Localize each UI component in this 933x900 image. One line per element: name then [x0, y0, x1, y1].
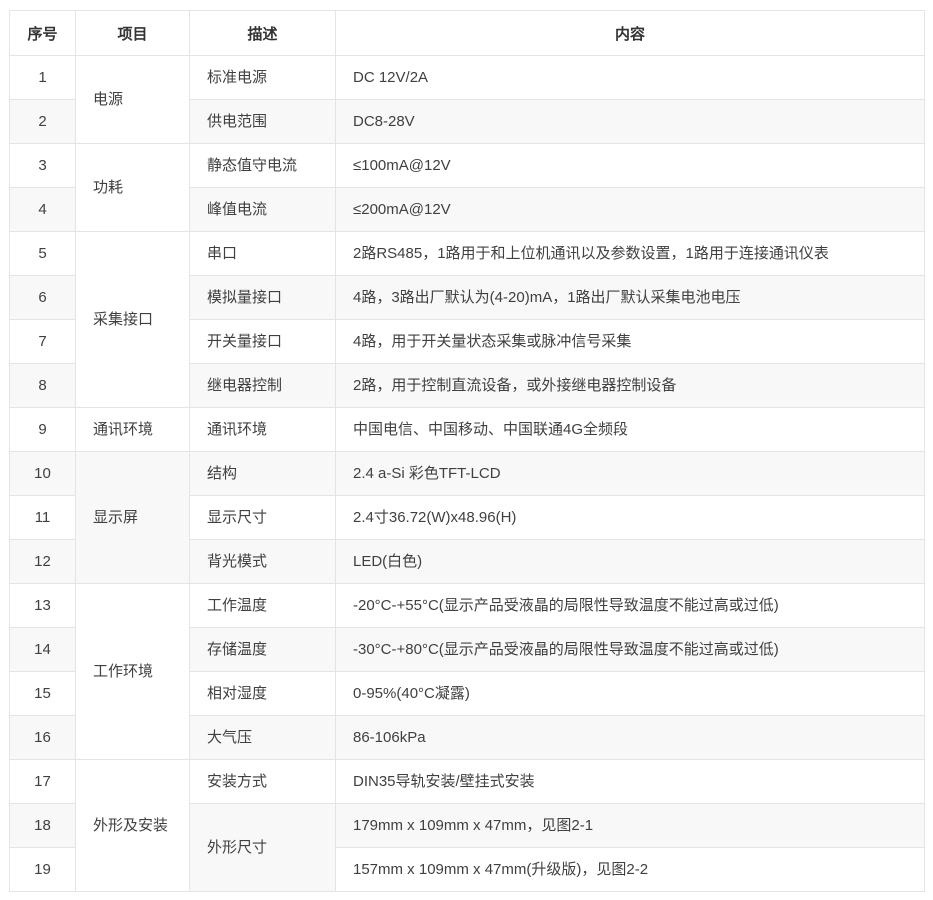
- cell-content: 中国电信、中国移动、中国联通4G全频段: [336, 408, 925, 452]
- cell-index: 13: [10, 584, 76, 628]
- cell-desc: 开关量接口: [190, 320, 336, 364]
- cell-index: 16: [10, 716, 76, 760]
- cell-content: 0-95%(40°C凝露): [336, 672, 925, 716]
- table-row: 13 工作环境 工作温度 -20°C-+55°C(显示产品受液晶的局限性导致温度…: [10, 584, 925, 628]
- cell-desc: 供电范围: [190, 100, 336, 144]
- cell-item: 显示屏: [76, 452, 190, 584]
- cell-item: 采集接口: [76, 232, 190, 408]
- cell-content: 2.4 a-Si 彩色TFT-LCD: [336, 452, 925, 496]
- table-row: 10 显示屏 结构 2.4 a-Si 彩色TFT-LCD: [10, 452, 925, 496]
- cell-desc: 峰值电流: [190, 188, 336, 232]
- cell-desc: 相对湿度: [190, 672, 336, 716]
- column-header-index: 序号: [10, 11, 76, 56]
- cell-desc: 外形尺寸: [190, 804, 336, 892]
- cell-item: 通讯环境: [76, 408, 190, 452]
- cell-content: -20°C-+55°C(显示产品受液晶的局限性导致温度不能过高或过低): [336, 584, 925, 628]
- cell-content: ≤200mA@12V: [336, 188, 925, 232]
- cell-content: DC 12V/2A: [336, 56, 925, 100]
- cell-index: 6: [10, 276, 76, 320]
- cell-index: 4: [10, 188, 76, 232]
- cell-content: 4路，用于开关量状态采集或脉冲信号采集: [336, 320, 925, 364]
- cell-desc: 背光模式: [190, 540, 336, 584]
- header-row: 序号 项目 描述 内容: [10, 11, 925, 56]
- cell-desc: 静态值守电流: [190, 144, 336, 188]
- spec-table: 序号 项目 描述 内容 1 电源 标准电源 DC 12V/2A 2 供电范围 D…: [9, 10, 925, 892]
- cell-item: 功耗: [76, 144, 190, 232]
- cell-index: 19: [10, 848, 76, 892]
- cell-index: 18: [10, 804, 76, 848]
- cell-index: 7: [10, 320, 76, 364]
- cell-desc: 结构: [190, 452, 336, 496]
- cell-content: ≤100mA@12V: [336, 144, 925, 188]
- cell-desc: 串口: [190, 232, 336, 276]
- cell-content: DC8-28V: [336, 100, 925, 144]
- table-row: 17 外形及安装 安装方式 DIN35导轨安装/壁挂式安装: [10, 760, 925, 804]
- cell-index: 12: [10, 540, 76, 584]
- cell-index: 11: [10, 496, 76, 540]
- table-row: 3 功耗 静态值守电流 ≤100mA@12V: [10, 144, 925, 188]
- cell-content: 2路RS485，1路用于和上位机通讯以及参数设置，1路用于连接通讯仪表: [336, 232, 925, 276]
- cell-desc: 通讯环境: [190, 408, 336, 452]
- cell-content: 86-106kPa: [336, 716, 925, 760]
- cell-content: 179mm x 109mm x 47mm，见图2-1: [336, 804, 925, 848]
- cell-desc: 显示尺寸: [190, 496, 336, 540]
- cell-index: 17: [10, 760, 76, 804]
- column-header-item: 项目: [76, 11, 190, 56]
- cell-content: LED(白色): [336, 540, 925, 584]
- cell-desc: 安装方式: [190, 760, 336, 804]
- spec-page: 序号 项目 描述 内容 1 电源 标准电源 DC 12V/2A 2 供电范围 D…: [0, 0, 933, 900]
- cell-content: -30°C-+80°C(显示产品受液晶的局限性导致温度不能过高或过低): [336, 628, 925, 672]
- cell-content: 157mm x 109mm x 47mm(升级版)，见图2-2: [336, 848, 925, 892]
- cell-content: DIN35导轨安装/壁挂式安装: [336, 760, 925, 804]
- cell-index: 9: [10, 408, 76, 452]
- cell-item: 外形及安装: [76, 760, 190, 892]
- cell-content: 2.4寸36.72(W)x48.96(H): [336, 496, 925, 540]
- column-header-desc: 描述: [190, 11, 336, 56]
- table-row: 9 通讯环境 通讯环境 中国电信、中国移动、中国联通4G全频段: [10, 408, 925, 452]
- cell-desc: 模拟量接口: [190, 276, 336, 320]
- cell-item: 电源: [76, 56, 190, 144]
- cell-content: 4路，3路出厂默认为(4-20)mA，1路出厂默认采集电池电压: [336, 276, 925, 320]
- cell-content: 2路，用于控制直流设备，或外接继电器控制设备: [336, 364, 925, 408]
- cell-index: 1: [10, 56, 76, 100]
- cell-desc: 工作温度: [190, 584, 336, 628]
- cell-desc: 大气压: [190, 716, 336, 760]
- cell-index: 2: [10, 100, 76, 144]
- cell-item: 工作环境: [76, 584, 190, 760]
- cell-index: 10: [10, 452, 76, 496]
- cell-desc: 继电器控制: [190, 364, 336, 408]
- cell-index: 8: [10, 364, 76, 408]
- cell-index: 15: [10, 672, 76, 716]
- cell-index: 5: [10, 232, 76, 276]
- cell-index: 3: [10, 144, 76, 188]
- column-header-content: 内容: [336, 11, 925, 56]
- cell-desc: 标准电源: [190, 56, 336, 100]
- table-row: 5 采集接口 串口 2路RS485，1路用于和上位机通讯以及参数设置，1路用于连…: [10, 232, 925, 276]
- cell-index: 14: [10, 628, 76, 672]
- cell-desc: 存储温度: [190, 628, 336, 672]
- table-row: 1 电源 标准电源 DC 12V/2A: [10, 56, 925, 100]
